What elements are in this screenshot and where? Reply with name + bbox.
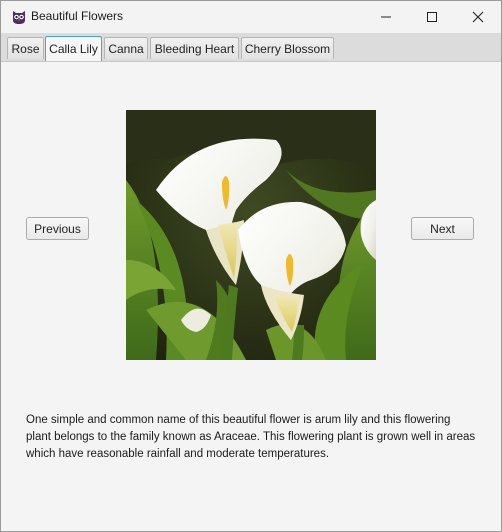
minimize-icon <box>380 11 392 23</box>
title-bar[interactable]: Beautiful Flowers <box>1 1 501 33</box>
flower-description: One simple and common name of this beaut… <box>26 414 476 460</box>
maximize-button[interactable] <box>409 1 455 32</box>
close-button[interactable] <box>455 1 501 32</box>
maximize-icon <box>426 11 438 23</box>
tab-rose[interactable]: Rose <box>7 37 44 59</box>
flower-image <box>126 110 376 360</box>
app-window: Beautiful Flowers Rose Calla Lily Canna … <box>0 0 502 532</box>
owl-app-icon <box>10 8 28 26</box>
minimize-button[interactable] <box>363 1 409 32</box>
tab-canna[interactable]: Canna <box>104 37 148 59</box>
close-icon <box>472 11 484 23</box>
tab-cherry-blossom[interactable]: Cherry Blossom <box>241 37 334 59</box>
window-title: Beautiful Flowers <box>31 9 124 23</box>
previous-button[interactable]: Previous <box>26 217 89 240</box>
tab-strip: Rose Calla Lily Canna Bleeding Heart Che… <box>1 33 501 62</box>
tab-calla-lily[interactable]: Calla Lily <box>45 36 102 61</box>
tab-content-panel: Previous Next One simple and common name… <box>1 62 501 531</box>
next-button[interactable]: Next <box>411 217 474 240</box>
tab-bleeding-heart[interactable]: Bleeding Heart <box>150 37 239 59</box>
